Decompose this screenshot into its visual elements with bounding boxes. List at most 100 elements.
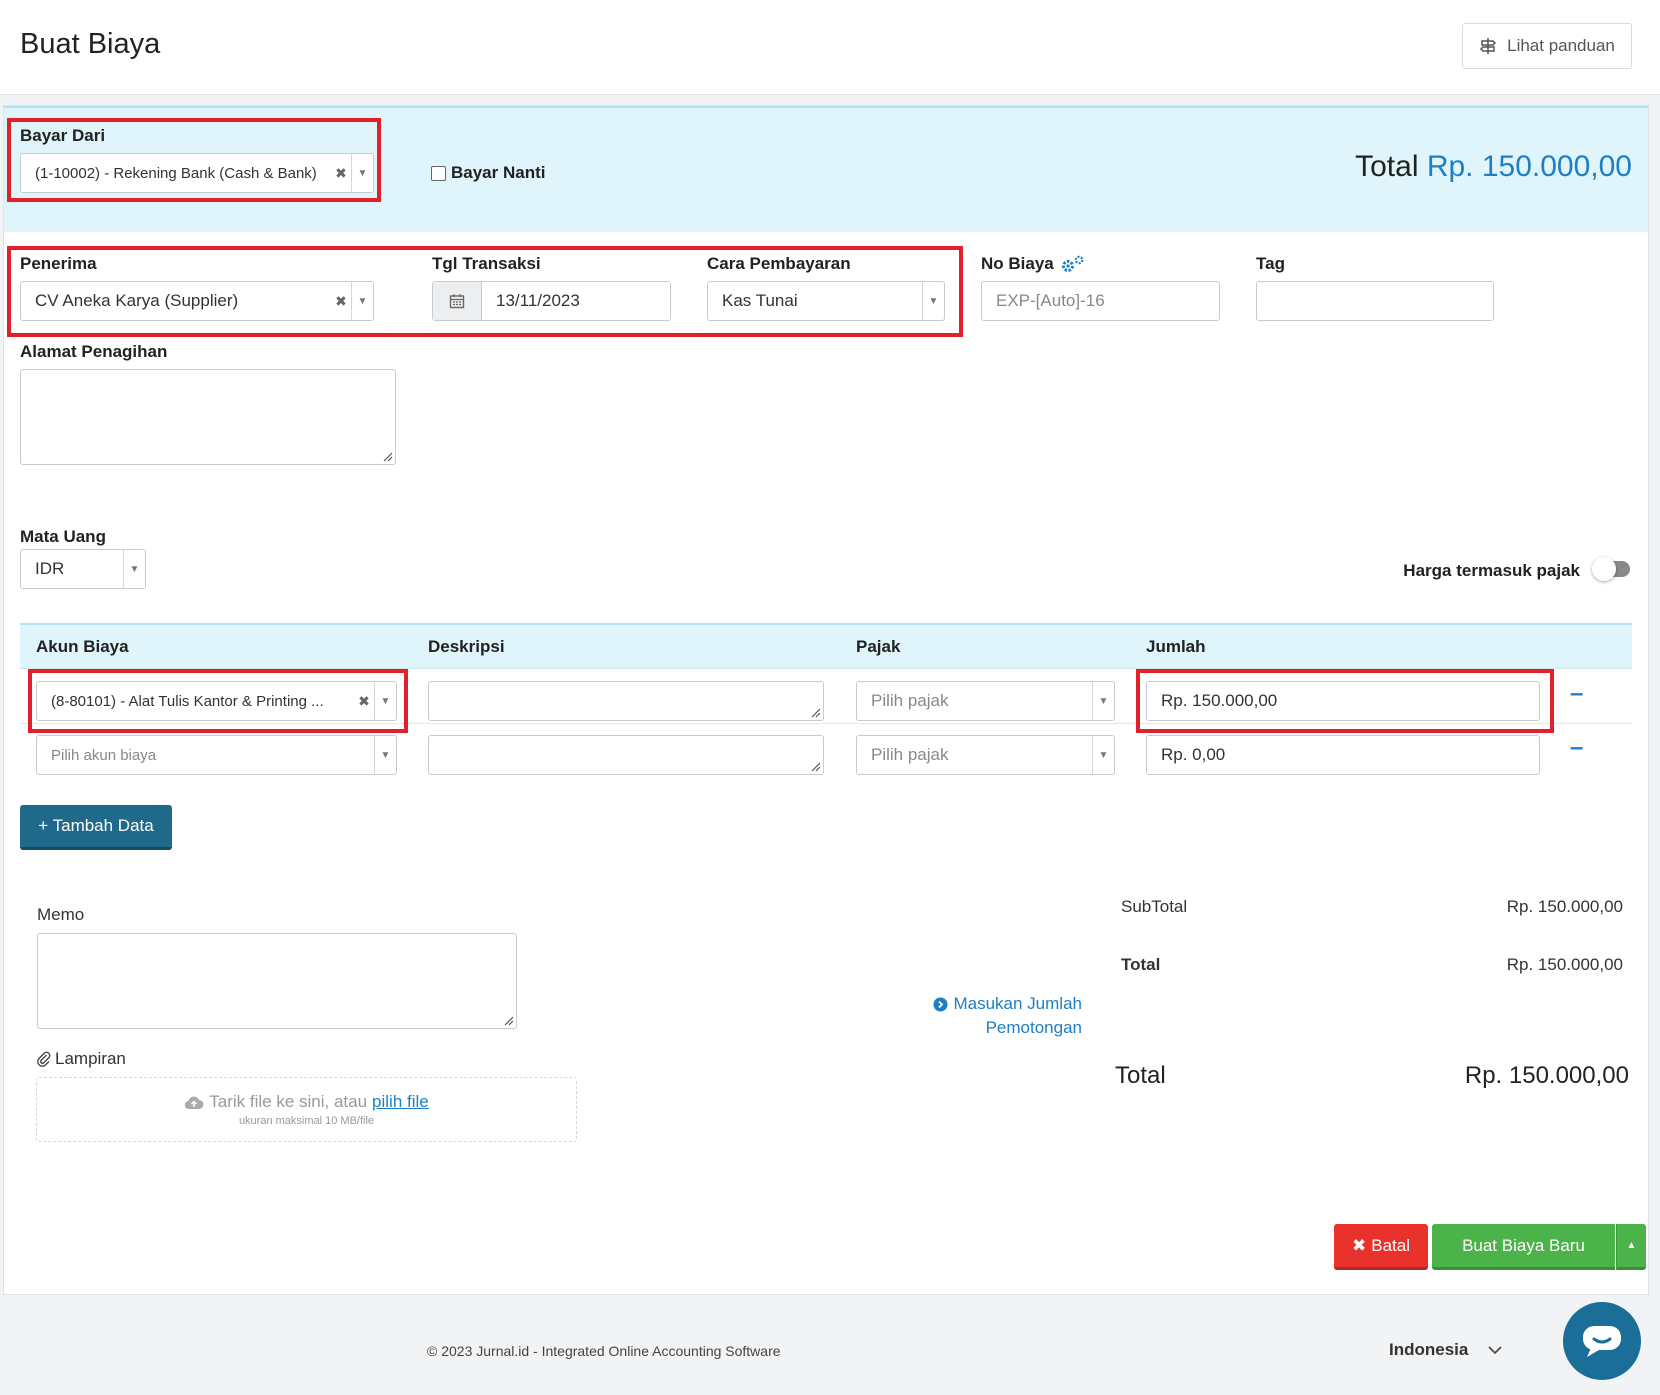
clear-icon[interactable]: ✖: [331, 293, 351, 310]
expense-no-input[interactable]: EXP-[Auto]-16: [981, 281, 1220, 321]
amount-value-row2: Rp. 0,00: [1161, 745, 1226, 764]
pay-from-label: Bayar Dari: [20, 126, 106, 145]
deduction-link[interactable]: Masukan Jumlah Pemotongan: [900, 992, 1082, 1040]
dropzone-line: Tarik file ke sini, atau pilih file: [37, 1092, 576, 1112]
tag-input[interactable]: [1256, 281, 1494, 321]
currency-value: IDR: [35, 559, 65, 578]
pay-later-checkbox[interactable]: [431, 165, 446, 181]
billing-address-textarea[interactable]: [20, 369, 396, 465]
top-bar: [0, 0, 1660, 95]
attachment-label-group: Lampiran: [37, 1049, 126, 1069]
column-description: Deskripsi: [428, 637, 505, 656]
attachment-dropzone[interactable]: Tarik file ke sini, atau pilih file ukur…: [36, 1077, 577, 1142]
transaction-date-label: Tgl Transaksi: [432, 254, 541, 273]
create-expense-button[interactable]: Buat Biaya Baru: [1432, 1224, 1615, 1270]
account-placeholder-row2: Pilih akun biaya: [51, 746, 157, 764]
deduction-link-line1-group: Masukan Jumlah: [900, 992, 1082, 1016]
create-options-caret-icon[interactable]: ▲: [1616, 1224, 1646, 1270]
header-total-value: Rp. 150.000,00: [1426, 150, 1632, 183]
remove-row-button-2[interactable]: –: [1570, 734, 1583, 762]
expense-no-label-group: No Biaya: [981, 254, 1086, 274]
pay-from-value: (1-10002) - Rekening Bank (Cash & Bank): [35, 164, 317, 182]
chevron-down-icon: [1488, 1345, 1502, 1354]
add-row-button[interactable]: + Tambah Data: [20, 805, 172, 850]
currency-label: Mata Uang: [20, 527, 106, 546]
clear-icon[interactable]: ✖: [331, 165, 351, 182]
payment-method-select[interactable]: Kas Tunai ▼: [707, 281, 945, 321]
subtotal-label: SubTotal: [1121, 897, 1188, 916]
paperclip-icon: [37, 1051, 51, 1067]
header-total-label: Total: [1355, 150, 1419, 183]
dropzone-text: Tarik file ke sini, atau: [209, 1092, 368, 1111]
total-value: Rp. 150.000,00: [1506, 955, 1623, 974]
guide-button-label: Lihat panduan: [1507, 36, 1615, 55]
cancel-button-label: Batal: [1371, 1235, 1410, 1255]
chevron-down-icon[interactable]: ▼: [351, 282, 373, 320]
language-selector[interactable]: Indonesia: [1389, 1340, 1502, 1360]
tax-inclusive-toggle[interactable]: [1592, 557, 1630, 581]
expense-table-header: [20, 623, 1632, 669]
memo-label: Memo: [37, 905, 85, 924]
tax-inclusive-label: Harga termasuk pajak: [1403, 561, 1580, 580]
expense-no-placeholder: EXP-[Auto]-16: [996, 291, 1105, 310]
memo-textarea[interactable]: [37, 933, 517, 1029]
expense-no-label: No Biaya: [981, 254, 1054, 273]
language-value: Indonesia: [1389, 1340, 1469, 1359]
chevron-down-icon[interactable]: ▼: [374, 682, 396, 720]
chevron-down-icon[interactable]: ▼: [123, 550, 145, 588]
currency-select[interactable]: IDR ▼: [20, 549, 146, 589]
resize-grip-icon[interactable]: [502, 1014, 514, 1026]
grand-total-label: Total: [1115, 1062, 1166, 1089]
recipient-select[interactable]: CV Aneka Karya (Supplier) ✖ ▼: [20, 281, 374, 321]
column-tax: Pajak: [856, 637, 901, 656]
column-account: Akun Biaya: [36, 637, 129, 656]
footer-copyright: © 2023 Jurnal.id - Integrated Online Acc…: [427, 1343, 781, 1359]
chevron-down-icon[interactable]: ▼: [1092, 682, 1114, 720]
description-textarea-row1[interactable]: [428, 681, 824, 721]
tag-label: Tag: [1256, 254, 1285, 273]
chevron-down-icon[interactable]: ▼: [351, 154, 373, 192]
calendar-icon[interactable]: [433, 282, 482, 320]
deduction-link-line1: Masukan Jumlah: [953, 994, 1082, 1013]
billing-address-label: Alamat Penagihan: [20, 342, 168, 361]
toggle-knob: [1592, 557, 1616, 581]
close-icon: ✖: [1352, 1235, 1367, 1255]
chat-bubble-icon: [1583, 1326, 1621, 1357]
chat-button[interactable]: [1563, 1302, 1641, 1380]
amount-input-row1[interactable]: Rp. 150.000,00: [1146, 681, 1540, 721]
description-textarea-row2[interactable]: [428, 735, 824, 775]
resize-grip-icon[interactable]: [381, 450, 393, 462]
deduction-link-line2: Pemotongan: [985, 1018, 1082, 1037]
account-select-row1[interactable]: (8-80101) - Alat Tulis Kantor & Printing…: [36, 681, 397, 721]
cancel-button[interactable]: ✖ Batal: [1334, 1224, 1428, 1270]
account-select-row2[interactable]: Pilih akun biaya ▼: [36, 735, 397, 775]
pay-later-label: Bayar Nanti: [451, 163, 546, 182]
pick-file-link[interactable]: pilih file: [372, 1092, 429, 1112]
grand-total-value: Rp. 150.000,00: [1464, 1062, 1629, 1089]
chevron-down-icon[interactable]: ▼: [922, 282, 944, 320]
remove-row-button-1[interactable]: –: [1570, 680, 1583, 708]
resize-grip-icon[interactable]: [809, 760, 821, 772]
gear-icon[interactable]: [1060, 255, 1086, 273]
tax-select-row1[interactable]: Pilih pajak ▼: [856, 681, 1115, 721]
size-note: ukuran maksimal 10 MB/file: [238, 1115, 375, 1127]
amount-value-row1: Rp. 150.000,00: [1161, 691, 1278, 710]
recipient-label: Penerima: [20, 254, 97, 273]
tax-placeholder-row2: Pilih pajak: [871, 745, 949, 764]
total-label: Total: [1121, 955, 1161, 974]
guide-button[interactable]: Lihat panduan: [1462, 23, 1632, 69]
amount-input-row2[interactable]: Rp. 0,00: [1146, 735, 1540, 775]
pay-from-select[interactable]: (1-10002) - Rekening Bank (Cash & Bank) …: [20, 153, 374, 193]
tax-select-row2[interactable]: Pilih pajak ▼: [856, 735, 1115, 775]
resize-grip-icon[interactable]: [809, 706, 821, 718]
clear-icon[interactable]: ✖: [354, 693, 374, 710]
recipient-value: CV Aneka Karya (Supplier): [35, 291, 239, 310]
header-total: Total Rp. 150.000,00: [1300, 150, 1632, 184]
pay-later-checkbox-group: Bayar Nanti: [431, 163, 545, 183]
subtotal-value: Rp. 150.000,00: [1506, 897, 1623, 916]
tax-placeholder-row1: Pilih pajak: [871, 691, 949, 710]
payment-method-label: Cara Pembayaran: [707, 254, 851, 273]
transaction-date-field[interactable]: 13/11/2023: [432, 281, 671, 321]
chevron-down-icon[interactable]: ▼: [1092, 736, 1114, 774]
chevron-down-icon[interactable]: ▼: [374, 736, 396, 774]
